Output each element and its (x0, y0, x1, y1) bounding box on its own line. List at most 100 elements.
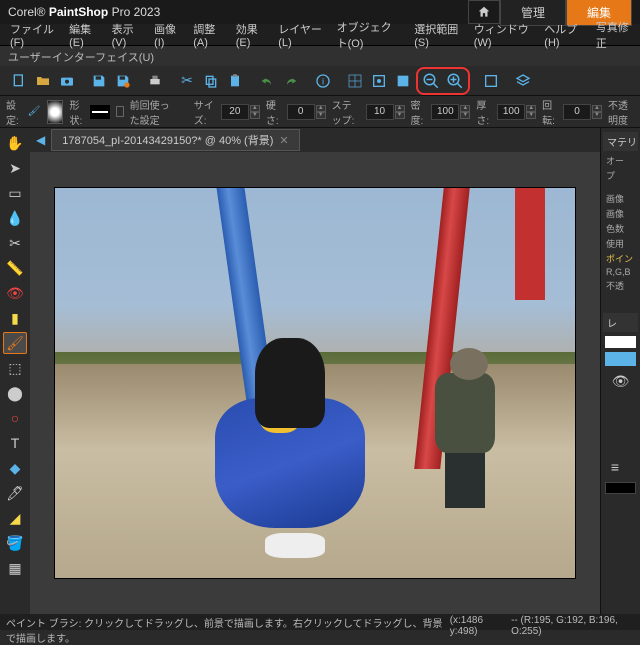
thickness-spinner[interactable]: ▲▼ (497, 104, 536, 120)
step-label: ステップ: (332, 97, 360, 127)
save-icon (91, 73, 107, 89)
hardness-input[interactable] (287, 104, 315, 120)
redo-icon (283, 73, 299, 89)
redo-button[interactable] (280, 70, 302, 92)
photo-canvas[interactable] (55, 188, 575, 578)
print-icon (147, 73, 163, 89)
shape-swatch[interactable] (90, 105, 110, 119)
menu-view[interactable]: 表示(V) (108, 19, 144, 51)
brand-prefix: Corel® (8, 5, 46, 19)
menu-layers[interactable]: レイヤー(L) (274, 19, 326, 51)
brand-suffix: Pro 2023 (112, 5, 161, 19)
document-title: 1787054_pI-20143429150?* @ 40% (背景) (62, 132, 273, 148)
size-input[interactable] (221, 104, 249, 120)
menu-edit[interactable]: 編集(E) (65, 19, 101, 51)
new-button[interactable] (8, 70, 30, 92)
menu-help[interactable]: ヘルプ(H) (540, 19, 586, 51)
undo-button[interactable] (256, 70, 278, 92)
last-used-label: 前回使った設定 (130, 97, 176, 127)
copy-button[interactable] (200, 70, 222, 92)
step-spinner[interactable]: ▲▼ (366, 104, 405, 120)
canvas-viewport[interactable] (30, 152, 600, 614)
size-spinner[interactable]: ▲▼ (221, 104, 260, 120)
status-color: -- (R:195, G:192, B:196, O:255) (511, 615, 634, 629)
layer-thumb[interactable] (605, 336, 636, 348)
canvas-area: ◀ 1787054_pI-20143429150?* @ 40% (背景) ✕ (30, 128, 600, 614)
picture-tube-tool[interactable]: 🖊 (3, 482, 27, 504)
menu-window[interactable]: ウィンドウ(W) (470, 19, 535, 51)
move-tool[interactable]: ➤ (3, 157, 27, 179)
hardness-spinner[interactable]: ▲▼ (287, 104, 326, 120)
nav-thumb[interactable] (605, 482, 636, 494)
zoom-in-button[interactable] (444, 70, 466, 92)
straighten-tool[interactable]: 📏 (3, 257, 27, 279)
saveas-button[interactable] (112, 70, 134, 92)
makeup-tool[interactable]: ▮ (3, 307, 27, 329)
gradient-tool[interactable]: ▦ (3, 557, 27, 579)
menu-image[interactable]: 画像(I) (150, 19, 183, 51)
layer-selected[interactable] (605, 352, 636, 366)
step-input[interactable] (366, 104, 394, 120)
lighten-tool[interactable]: ○ (3, 407, 27, 429)
right-panels: マテリアル オー プ 画像 画像 色数 使用 ポイン R,G,B 不透 レ 👁 … (600, 128, 640, 614)
fit-button[interactable] (368, 70, 390, 92)
menu-effects[interactable]: 効果(E) (232, 19, 268, 51)
menu-adjust[interactable]: 調整(A) (189, 19, 225, 51)
resize-button[interactable] (480, 70, 502, 92)
grid-button[interactable] (344, 70, 366, 92)
text-tool[interactable]: T (3, 432, 27, 454)
close-doc-button[interactable]: ✕ (279, 134, 288, 147)
shape-tool[interactable]: ◆ (3, 457, 27, 479)
redeye-tool[interactable]: 👁 (3, 282, 27, 304)
app-brand: Corel® PaintShop Pro 2023 (8, 5, 160, 19)
camera-icon (59, 73, 75, 89)
tool-options-bar: 設定: 🖌 形状: 前回使った設定 サイズ: ▲▼ 硬さ: ▲▼ ステップ: ▲… (0, 96, 640, 128)
document-tab[interactable]: 1787054_pI-20143429150?* @ 40% (背景) ✕ (51, 129, 299, 151)
open-button[interactable] (32, 70, 54, 92)
layer-visibility-icon[interactable]: 👁 (609, 370, 633, 392)
undo-icon (259, 73, 275, 89)
camera-button[interactable] (56, 70, 78, 92)
crop-tool[interactable]: ✂ (3, 232, 27, 254)
blur-tool[interactable]: ⬤ (3, 382, 27, 404)
selection-tool[interactable]: ▭ (3, 182, 27, 204)
layers-button[interactable] (512, 70, 534, 92)
eraser-tool[interactable]: ◢ (3, 507, 27, 529)
info-button[interactable]: i (312, 70, 334, 92)
layer-menu-icon[interactable]: ≡ (603, 456, 627, 478)
layers-panel-title[interactable]: レ (603, 313, 638, 332)
pan-tool[interactable]: ✋ (3, 132, 27, 154)
statusbar: ペイント ブラシ: クリックしてドラッグし、前景で描画します。右クリックしてドラ… (0, 614, 640, 630)
density-spinner[interactable]: ▲▼ (431, 104, 470, 120)
menu-file[interactable]: ファイル(F) (6, 19, 59, 51)
density-input[interactable] (431, 104, 459, 120)
zoom-out-icon (422, 72, 440, 90)
brush-tool[interactable]: 🖌 (3, 332, 27, 354)
clone-tool[interactable]: ⬚ (3, 357, 27, 379)
brush-swatch[interactable] (47, 100, 63, 124)
menu-objects[interactable]: オブジェクト(O) (333, 17, 405, 53)
hardness-label: 硬さ: (266, 97, 281, 127)
prev-doc-button[interactable]: ◀ (36, 133, 45, 147)
cut-button[interactable]: ✂ (176, 70, 198, 92)
thickness-input[interactable] (497, 104, 525, 120)
paste-button[interactable] (224, 70, 246, 92)
menu-photofix[interactable]: 写真修正 (592, 17, 634, 53)
settings-label: 設定: (6, 97, 21, 127)
dropper-tool[interactable]: 💧 (3, 207, 27, 229)
info-used: 使用 (603, 236, 638, 251)
materials-panel-title[interactable]: マテリアル (603, 132, 638, 151)
menu-selections[interactable]: 選択範囲(S) (410, 19, 464, 51)
actual-button[interactable] (392, 70, 414, 92)
cut-icon: ✂ (181, 72, 193, 89)
save-button[interactable] (88, 70, 110, 92)
rotation-input[interactable] (563, 104, 591, 120)
info-icon: i (315, 73, 331, 89)
print-button[interactable] (144, 70, 166, 92)
zoom-out-button[interactable] (420, 70, 442, 92)
preset-button[interactable]: 🖌 (27, 101, 41, 123)
brand-main: PaintShop (49, 5, 108, 19)
rotation-spinner[interactable]: ▲▼ (563, 104, 602, 120)
fill-tool[interactable]: 🪣 (3, 532, 27, 554)
last-used-checkbox[interactable] (116, 106, 124, 117)
